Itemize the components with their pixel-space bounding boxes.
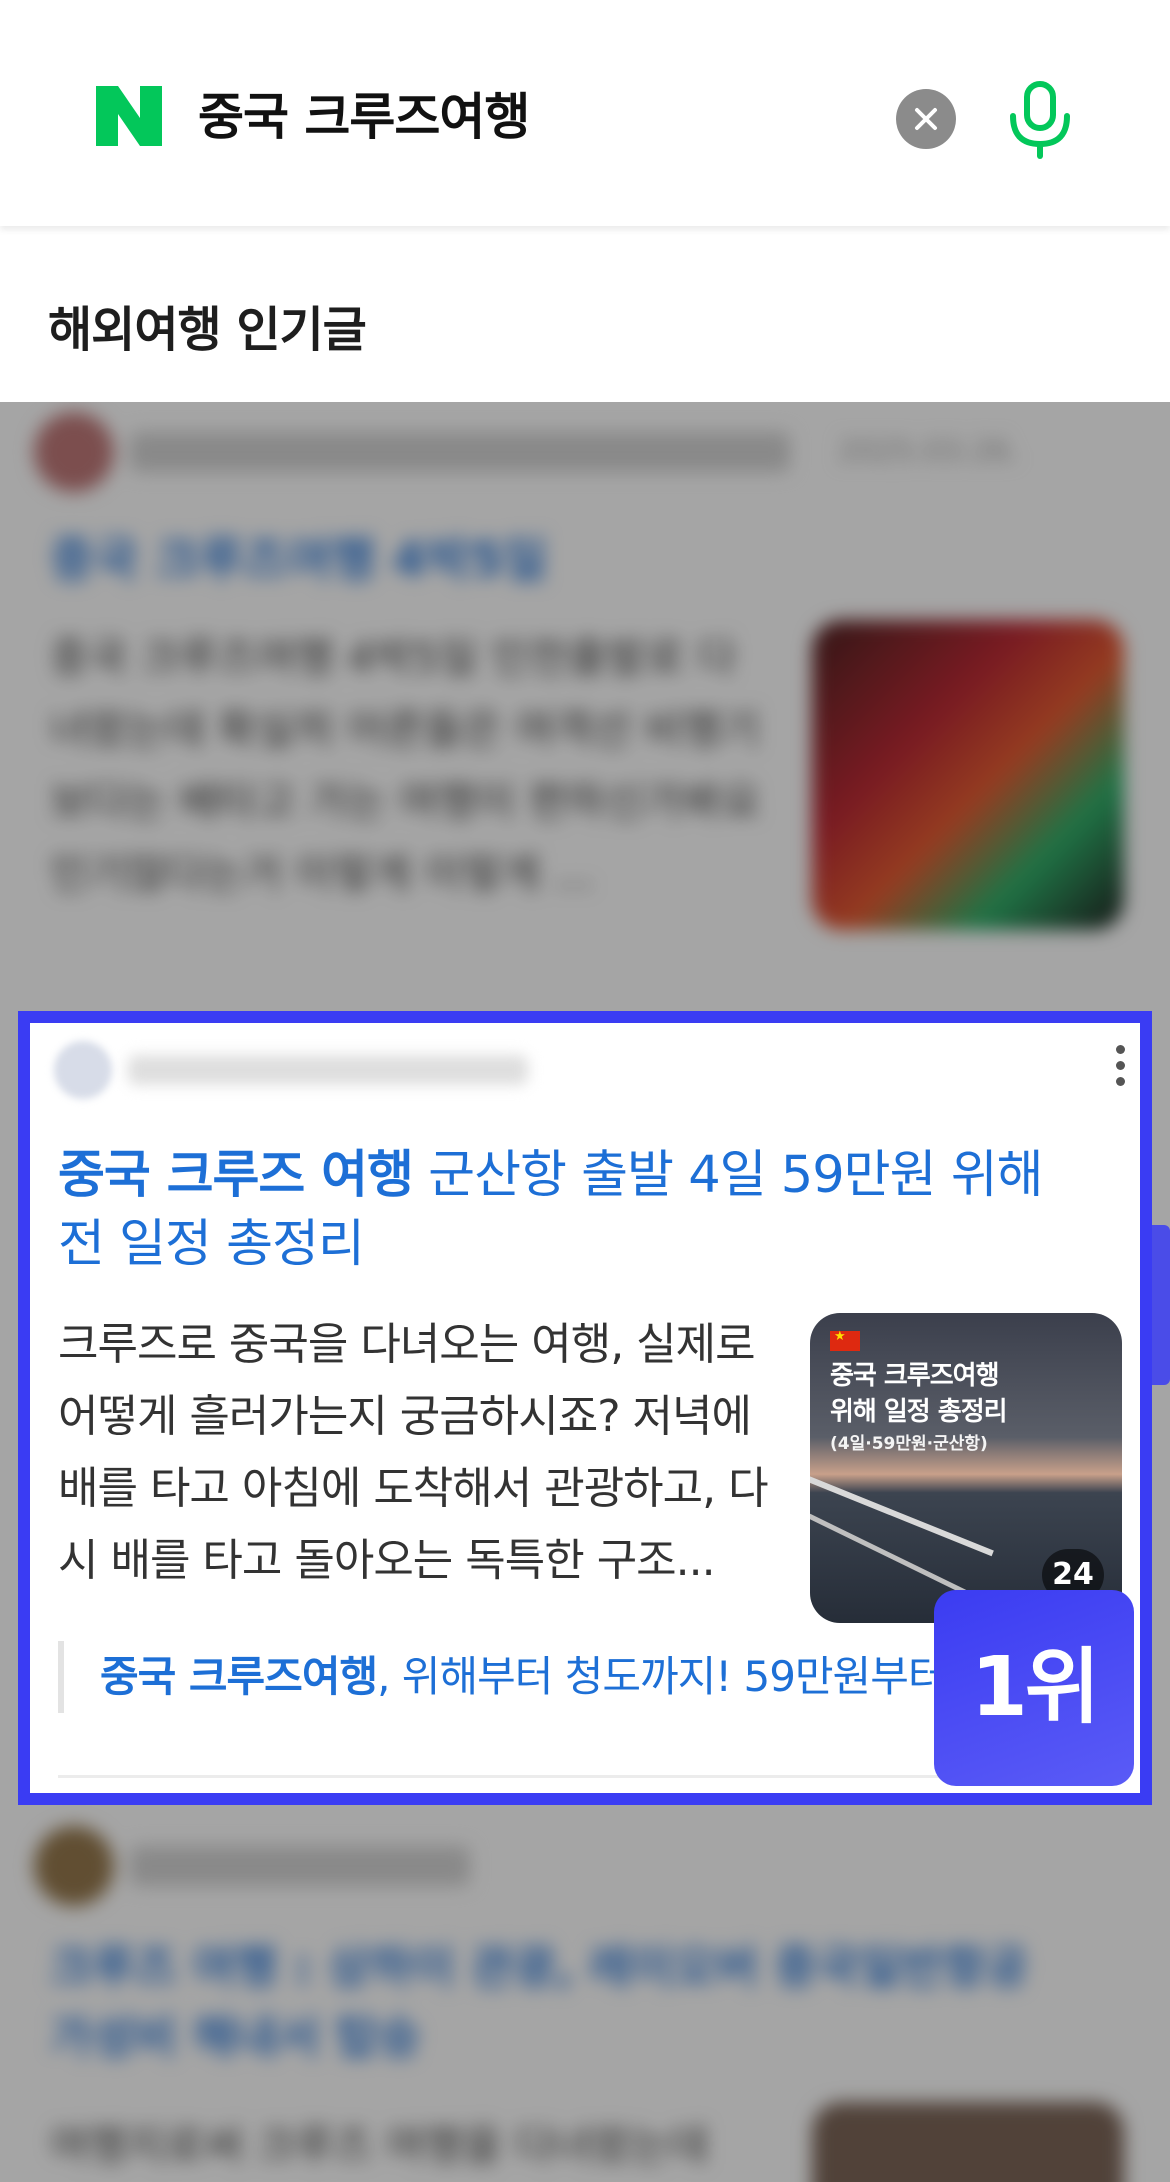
section-header: 해외여행 인기글 [0,232,1170,402]
author-name [130,1846,470,1886]
avatar [34,412,114,492]
rank-badge: 1위 [934,1590,1134,1786]
post-title[interactable]: 중국 크루즈여행 4박5일 [50,520,548,590]
ship-railing [810,1513,972,1598]
author-name [128,1055,528,1085]
related-keyword: 중국 크루즈여행 [100,1652,378,1701]
china-flag-icon [830,1329,860,1351]
list-item[interactable]: 크루즈 여행 : 상하이 관광, 레이오버 중국일반항공 가성비 해내서 탑승 … [0,1812,1170,2182]
highlight-edge [1152,1225,1170,1385]
search-input[interactable]: 중국 크루즈여행 [198,84,530,150]
post-snippet: 크루즈로 중국을 다녀오는 여행, 실제로 어떻게 흘러가는지 궁금하시죠? 저… [58,1319,769,1586]
thumbnail-caption-line2: 위해 일정 총정리 [830,1397,1008,1427]
post-title[interactable]: 중국 크루즈 여행 군산항 출발 4일 59만원 위해 전 일정 총정리 [58,1141,1098,1279]
post-thumbnail[interactable]: 중국 크루즈여행 위해 일정 총정리 (4일·59만원·군산항) 24 [810,1313,1122,1623]
related-rest: , 위해부터 청도까지! 59만원부터 [377,1652,946,1701]
search-header: 중국 크루즈여행 [0,0,1170,226]
post-thumbnail[interactable] [812,620,1124,930]
post-date: 2025.03.26. [838,434,1020,469]
more-options-icon[interactable] [1112,1045,1128,1089]
post-snippet: 중국 크루즈여행 4박5일 인천출발로 다녀왔는데 확실히 어른들은 여객선 비… [50,633,761,898]
microphone-icon[interactable] [1005,80,1075,160]
clear-search-button[interactable] [896,89,956,149]
avatar [54,1041,112,1099]
post-snippet: 여행지로써 크루즈 여행을 다녀왔는데 [50,2121,709,2170]
close-icon [915,108,937,130]
post-title[interactable]: 크루즈 여행 : 상하이 관광, 레이오버 중국일반항공 가성비 해내서 탑승 [50,1932,1070,2072]
naver-logo-icon[interactable] [96,86,162,146]
list-item[interactable]: 2025.03.26. 중국 크루즈여행 4박5일 중국 크루즈여행 4박5일 … [0,402,1170,1002]
avatar [34,1826,114,1906]
thumbnail-caption-line3: (4일·59만원·군산항) [830,1434,988,1454]
post-thumbnail[interactable] [812,2102,1124,2182]
post-title-keyword: 중국 크루즈 여행 [58,1146,414,1205]
ship-railing [810,1475,994,1557]
section-title: 해외여행 인기글 [48,302,367,358]
post-author-row [54,1041,554,1099]
author-name [130,432,790,472]
related-post-link[interactable]: 중국 크루즈여행, 위해부터 청도까지! 59만원부터 [58,1641,1058,1713]
thumbnail-caption-line1: 중국 크루즈여행 [830,1361,999,1391]
